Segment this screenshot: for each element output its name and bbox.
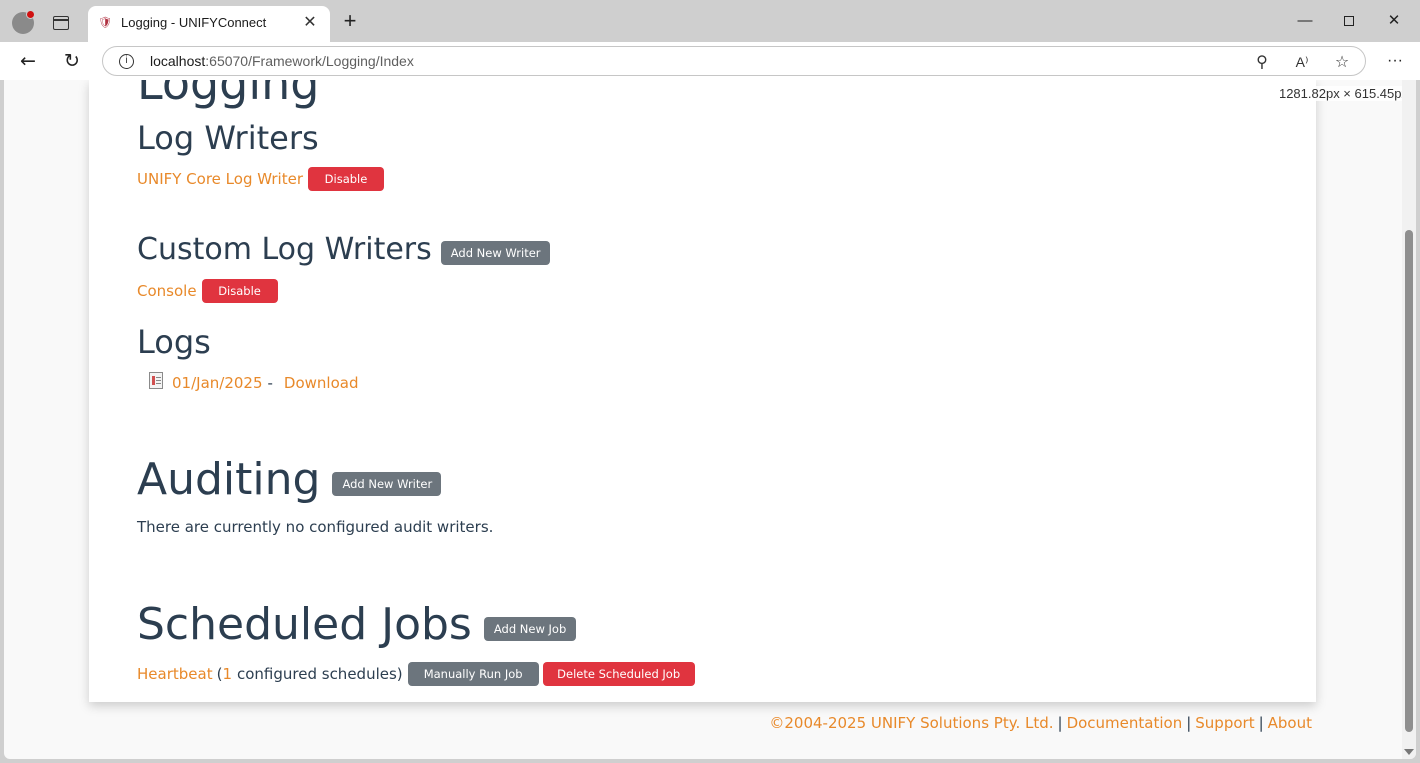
footer-about-link[interactable]: About <box>1268 714 1312 732</box>
auditing-header: Auditing Add New Writer <box>137 453 442 507</box>
footer-support-link[interactable]: Support <box>1195 714 1254 732</box>
manually-run-job-button[interactable]: Manually Run Job <box>407 662 539 686</box>
browser-tab-active[interactable]: 🛡 Logging - UNIFYConnect ✕ <box>88 6 330 42</box>
tab-actions-icon[interactable] <box>53 16 69 30</box>
add-new-job-button[interactable]: Add New Job <box>483 617 576 641</box>
disable-log-writer-button[interactable]: Disable <box>308 167 384 191</box>
scheduled-jobs-header: Scheduled Jobs Add New Job <box>137 598 576 652</box>
site-favicon-icon: 🛡 <box>98 16 112 29</box>
log-writer-row: UNIFY Core Log Writer Disable <box>137 167 384 191</box>
browser-toolbar: ← ↻ i localhost:65070/Framework/Logging/… <box>0 42 1420 80</box>
tab-title: Logging - UNIFYConnect <box>121 15 267 30</box>
custom-log-writer-row: Console Disable <box>137 279 278 303</box>
dimensions-overlay: 1281.82px × 615.45px <box>1276 86 1410 101</box>
schedule-count-suffix: configured schedules) <box>236 665 403 683</box>
footer-separator: | <box>1186 714 1192 732</box>
window-close-icon[interactable]: ✕ <box>1379 10 1409 32</box>
log-file-icon <box>149 371 163 389</box>
page-footer: ©2004-2025 UNIFY Solutions Pty. Ltd. | Doc… <box>769 714 1312 732</box>
footer-copyright-link[interactable]: ©2004-2025 UNIFY Solutions Pty. Ltd. <box>769 714 1053 732</box>
address-bar[interactable]: i localhost:65070/Framework/Logging/Inde… <box>102 46 1366 76</box>
log-date-link[interactable]: 01/Jan/2025 <box>172 374 263 392</box>
footer-separator: | <box>1057 714 1063 732</box>
minimize-icon[interactable]: — <box>1290 10 1320 32</box>
custom-log-writers-header: Custom Log Writers Add New Writer <box>137 230 550 270</box>
url-text[interactable]: localhost:65070/Framework/Logging/Index <box>150 53 414 69</box>
new-tab-icon[interactable]: + <box>338 10 362 34</box>
zoom-icon[interactable]: ⚲ <box>1251 51 1273 73</box>
footer-documentation-link[interactable]: Documentation <box>1067 714 1183 732</box>
delete-scheduled-job-button[interactable]: Delete Scheduled Job <box>542 662 695 686</box>
scrollbar-thumb[interactable] <box>1405 230 1413 732</box>
log-writer-link[interactable]: UNIFY Core Log Writer <box>137 170 303 188</box>
content-card: Logging Log Writers UNIFY Core Log Write… <box>89 80 1316 702</box>
read-aloud-icon[interactable]: A⁾ <box>1291 51 1313 73</box>
log-file-row: 01/Jan/2025 - Download <box>137 371 359 392</box>
url-host: localhost <box>150 53 206 69</box>
browser-title-bar: 🛡 Logging - UNIFYConnect ✕ + — ✕ <box>0 0 1420 42</box>
add-new-audit-writer-button[interactable]: Add New Writer <box>332 472 442 496</box>
logs-heading: Logs <box>137 323 211 361</box>
custom-log-writers-heading: Custom Log Writers <box>137 232 432 267</box>
disable-custom-writer-button[interactable]: Disable <box>201 279 278 303</box>
log-writers-heading: Log Writers <box>137 119 319 157</box>
custom-log-writer-link[interactable]: Console <box>137 282 197 300</box>
scroll-down-arrow-icon[interactable] <box>1404 749 1414 755</box>
scheduled-jobs-heading: Scheduled Jobs <box>137 599 472 650</box>
page-title-logging: Logging <box>137 80 320 110</box>
scheduled-job-row: Heartbeat ( 1 configured schedules) Manu… <box>137 662 695 686</box>
vertical-scrollbar[interactable] <box>1402 80 1416 759</box>
tab-close-icon[interactable]: ✕ <box>300 12 320 32</box>
add-new-custom-writer-button[interactable]: Add New Writer <box>440 241 550 265</box>
scheduled-job-link[interactable]: Heartbeat <box>137 665 213 683</box>
site-info-icon[interactable]: i <box>119 54 134 69</box>
auditing-empty-text: There are currently no configured audit … <box>137 518 494 536</box>
maximize-icon[interactable] <box>1334 10 1364 32</box>
reload-icon[interactable]: ↻ <box>60 50 84 72</box>
back-arrow-icon[interactable]: ← <box>16 50 40 72</box>
url-path: :65070/Framework/Logging/Index <box>205 53 414 69</box>
auditing-heading: Auditing <box>137 454 321 505</box>
page-viewport: Logging Log Writers UNIFY Core Log Write… <box>4 80 1416 759</box>
log-download-link[interactable]: Download <box>284 374 359 392</box>
log-separator: - <box>267 374 273 392</box>
favorite-star-icon[interactable]: ☆ <box>1331 51 1353 73</box>
footer-separator: | <box>1258 714 1264 732</box>
schedule-count-link[interactable]: 1 <box>222 665 232 683</box>
more-options-icon[interactable]: ··· <box>1382 50 1408 72</box>
profile-avatar-icon[interactable] <box>12 10 35 34</box>
